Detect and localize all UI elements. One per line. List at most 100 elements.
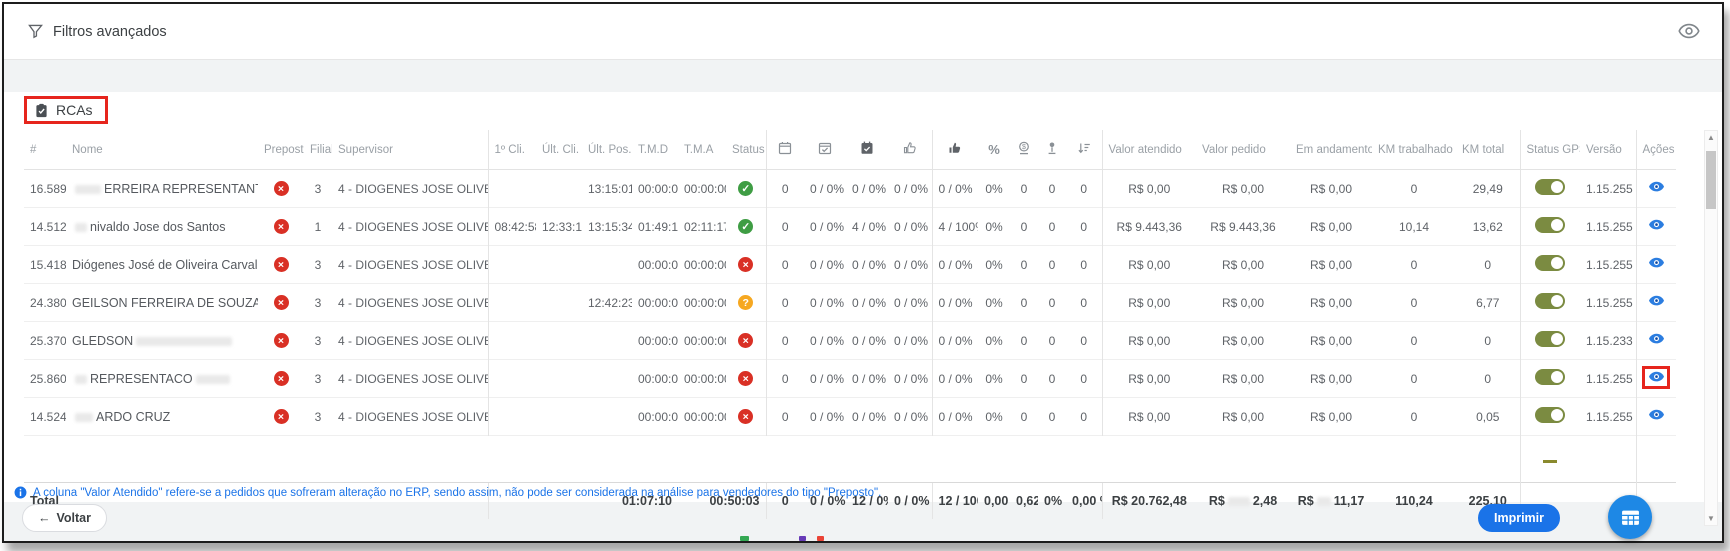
rca-number: 24.380: [24, 284, 66, 322]
metric-value: 0: [1010, 398, 1038, 436]
km-total-value: 0,05: [1456, 398, 1520, 436]
vertical-scrollbar[interactable]: ▲ ▼: [1704, 130, 1718, 526]
metric-value: 0 / 0%: [846, 170, 888, 208]
status-unknown-icon: ?: [738, 295, 753, 310]
rca-name: Diógenes José de Oliveira Carvalho: [66, 246, 258, 284]
metric-value: 0 / 0%: [932, 322, 978, 360]
metric-value: 0: [1066, 208, 1102, 246]
section-title: RCAs: [56, 102, 93, 118]
view-action-button[interactable]: [1647, 333, 1665, 346]
metric-value: 0%: [978, 322, 1010, 360]
valor-atendido-value: R$ 0,00: [1102, 398, 1196, 436]
metric-value: 0 / 0%: [888, 322, 932, 360]
col-km-total: KM total: [1456, 130, 1520, 170]
total-metric-value: 0 / 0%: [888, 483, 932, 520]
redaction-blur: [75, 413, 93, 422]
rca-name: ARDO CRUZ: [66, 398, 258, 436]
metric-value: 0: [1038, 246, 1066, 284]
calendar-icon: [778, 141, 792, 155]
gps-toggle[interactable]: [1535, 217, 1565, 233]
view-action-button[interactable]: [1647, 181, 1665, 194]
view-action-button[interactable]: [1647, 409, 1665, 422]
valor-atendido-value: R$ 0,00: [1102, 246, 1196, 284]
scroll-down-icon[interactable]: ▼: [1705, 514, 1717, 523]
redaction-blur: [136, 337, 232, 346]
col-tmd: T.M.D: [632, 130, 678, 170]
filial-value: 3: [304, 360, 332, 398]
table-row: 25.370GLEDSON×34 - DIOGENES JOSE OLIVEIR…: [24, 322, 1676, 360]
metric-value: 0: [1038, 322, 1066, 360]
versao-value: 1.15.255: [1580, 360, 1636, 398]
primeiro-cliente-time: [488, 246, 536, 284]
pin-icon: [1045, 141, 1059, 155]
col-ultimo-cliente: Últ. Cli.: [536, 130, 582, 170]
filial-value: 3: [304, 398, 332, 436]
tmd-time: 00:00:00: [632, 246, 678, 284]
metric-value: 0 / 0%: [804, 360, 846, 398]
imprimir-button[interactable]: Imprimir: [1478, 504, 1560, 532]
clipboard-icon: [35, 103, 48, 118]
ultima-posicao-time: [582, 398, 632, 436]
col-valor-pedido: Valor pedido: [1196, 130, 1290, 170]
filial-value: 1: [304, 208, 332, 246]
metric-value: 0: [1038, 360, 1066, 398]
advanced-filters-bar[interactable]: Filtros avançados: [4, 4, 1722, 60]
view-action-button[interactable]: [1647, 257, 1665, 270]
ultima-posicao-time: 12:42:23: [582, 284, 632, 322]
gps-toggle[interactable]: [1535, 407, 1565, 423]
artifact-dot-red: [817, 536, 824, 541]
metric-value: 0: [766, 360, 804, 398]
valor-atendido-value: R$ 0,00: [1102, 360, 1196, 398]
metric-value: 0%: [978, 284, 1010, 322]
metric-value: 0%: [978, 246, 1010, 284]
table-row: 14.512nivaldo Jose dos Santos×14 - DIOGE…: [24, 208, 1676, 246]
gps-toggle[interactable]: [1535, 179, 1565, 195]
metric-value: 0 / 0%: [846, 284, 888, 322]
metric-value: 0 / 0%: [932, 284, 978, 322]
ultimo-cliente-time: 12:33:16: [536, 208, 582, 246]
gps-toggle[interactable]: [1535, 369, 1565, 385]
gps-toggle[interactable]: [1535, 255, 1565, 271]
col-preposto: Preposto: [258, 130, 304, 170]
total-valor-atendido: R$ 20.762,48: [1102, 483, 1196, 520]
metric-value: 0 / 0%: [804, 170, 846, 208]
metric-value: 0 / 0%: [888, 208, 932, 246]
view-action-button[interactable]: [1647, 295, 1665, 308]
gps-toggle[interactable]: [1535, 331, 1565, 347]
visibility-eye-icon[interactable]: [1678, 23, 1700, 39]
valor-pedido-value: R$ 0,00: [1196, 398, 1290, 436]
metric-value: 0: [766, 208, 804, 246]
col-valor-atendido: Valor atendido: [1102, 130, 1196, 170]
rca-name: REPRESENTACO: [66, 360, 258, 398]
tmd-time: 00:00:00: [632, 322, 678, 360]
col-versao: Versão: [1580, 130, 1636, 170]
filial-value: 3: [304, 246, 332, 284]
total-em-andamento: R$11,17: [1290, 483, 1372, 520]
ultima-posicao-time: [582, 360, 632, 398]
scrollbar-thumb[interactable]: [1706, 151, 1716, 209]
artifact-dot-purple: [799, 536, 806, 541]
table-view-fab[interactable]: [1608, 495, 1652, 539]
view-action-button[interactable]: [1647, 219, 1665, 232]
km-trabalhado-value: 0: [1372, 246, 1456, 284]
primeiro-cliente-time: [488, 322, 536, 360]
scroll-up-icon[interactable]: ▲: [1705, 133, 1717, 142]
km-total-value: 0: [1456, 246, 1520, 284]
view-action-button-annotated[interactable]: [1647, 371, 1665, 384]
gps-toggle[interactable]: [1535, 293, 1565, 309]
voltar-button[interactable]: ← Voltar: [22, 504, 107, 532]
redaction-blur: [75, 185, 101, 194]
col-tma: T.M.A: [678, 130, 726, 170]
metric-value: 4 / 0%: [846, 208, 888, 246]
app-window: Filtros avançados RCAs: [2, 2, 1724, 543]
percent-icon: %: [987, 142, 1001, 156]
ultima-posicao-time: [582, 322, 632, 360]
em-andamento-value: R$ 0,00: [1290, 360, 1372, 398]
rca-name: nivaldo Jose dos Santos: [66, 208, 258, 246]
col-ultima-posicao: Últ. Pos.: [582, 130, 632, 170]
calendar-filled-icon: [860, 141, 874, 155]
ultimo-cliente-time: [536, 360, 582, 398]
metric-value: 0 / 0%: [932, 360, 978, 398]
status-ok-icon: ✓: [738, 181, 753, 196]
back-arrow-icon: ←: [38, 511, 51, 525]
